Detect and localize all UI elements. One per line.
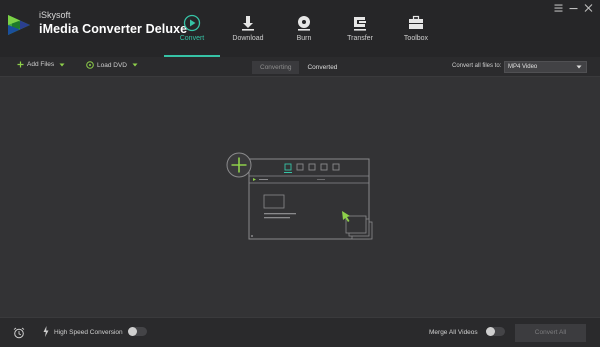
add-files-button[interactable]: Add Files	[17, 61, 65, 68]
disc-icon	[298, 16, 310, 31]
load-dvd-label: Load DVD	[97, 61, 127, 69]
download-icon	[242, 16, 254, 31]
output-format-value: MP4 Video	[508, 64, 538, 70]
plus-icon	[17, 61, 24, 68]
title-bar: iSkysoft iMedia Converter Deluxe Convert…	[0, 0, 600, 57]
main-nav: Convert Download Burn Transfer Toolbox	[164, 0, 444, 57]
transfer-icon	[354, 17, 366, 31]
tab-convert[interactable]: Convert	[164, 0, 220, 57]
tab-converted[interactable]: Converted	[299, 61, 346, 74]
convert-all-button[interactable]: Convert All	[515, 324, 586, 342]
minimize-icon	[569, 8, 578, 10]
convert-all-to-label: Convert all files to:	[452, 63, 502, 69]
lightning-icon	[43, 326, 49, 337]
toggle-knob	[128, 327, 137, 336]
toggle-knob	[486, 327, 495, 336]
tab-toolbox[interactable]: Toolbox	[388, 0, 444, 57]
chevron-down-icon[interactable]	[132, 63, 138, 67]
tab-converting[interactable]: Converting	[252, 61, 300, 74]
chevron-down-icon[interactable]	[59, 63, 65, 67]
tab-transfer[interactable]: Transfer	[332, 0, 388, 57]
dvd-icon	[86, 61, 94, 69]
tab-burn-label: Burn	[296, 35, 312, 42]
chevron-down-icon	[576, 65, 582, 69]
tab-download[interactable]: Download	[220, 0, 276, 57]
status-segment-control: Converting Converted	[252, 61, 346, 74]
menu-icon	[554, 4, 563, 12]
merge-videos-toggle[interactable]	[486, 327, 505, 336]
merge-videos-label: Merge All Videos	[429, 329, 478, 336]
menu-button[interactable]	[553, 3, 564, 13]
minimize-button[interactable]	[568, 3, 579, 13]
high-speed-toggle[interactable]	[128, 327, 147, 336]
toolbar: Add Files Load DVD Converting Converted …	[0, 57, 600, 77]
add-files-label: Add Files	[27, 61, 55, 68]
load-dvd-button[interactable]: Load DVD	[86, 61, 138, 69]
tab-download-label: Download	[232, 35, 264, 42]
window-controls	[553, 3, 594, 13]
output-format-select[interactable]: MP4 Video	[504, 61, 587, 73]
add-files-illustration[interactable]	[220, 150, 380, 245]
play-circle-icon	[183, 14, 201, 32]
close-icon	[584, 4, 593, 12]
tab-toolbox-label: Toolbox	[403, 35, 429, 42]
tab-transfer-label: Transfer	[347, 35, 373, 42]
tab-convert-label: Convert	[179, 35, 205, 42]
tab-burn[interactable]: Burn	[276, 0, 332, 57]
status-bar: High Speed Conversion Merge All Videos C…	[0, 317, 600, 347]
app-logo-icon	[8, 15, 30, 35]
close-button[interactable]	[583, 3, 594, 13]
toolbox-icon	[409, 15, 423, 29]
high-speed-label: High Speed Conversion	[54, 329, 123, 336]
alarm-clock-icon[interactable]	[13, 327, 25, 339]
